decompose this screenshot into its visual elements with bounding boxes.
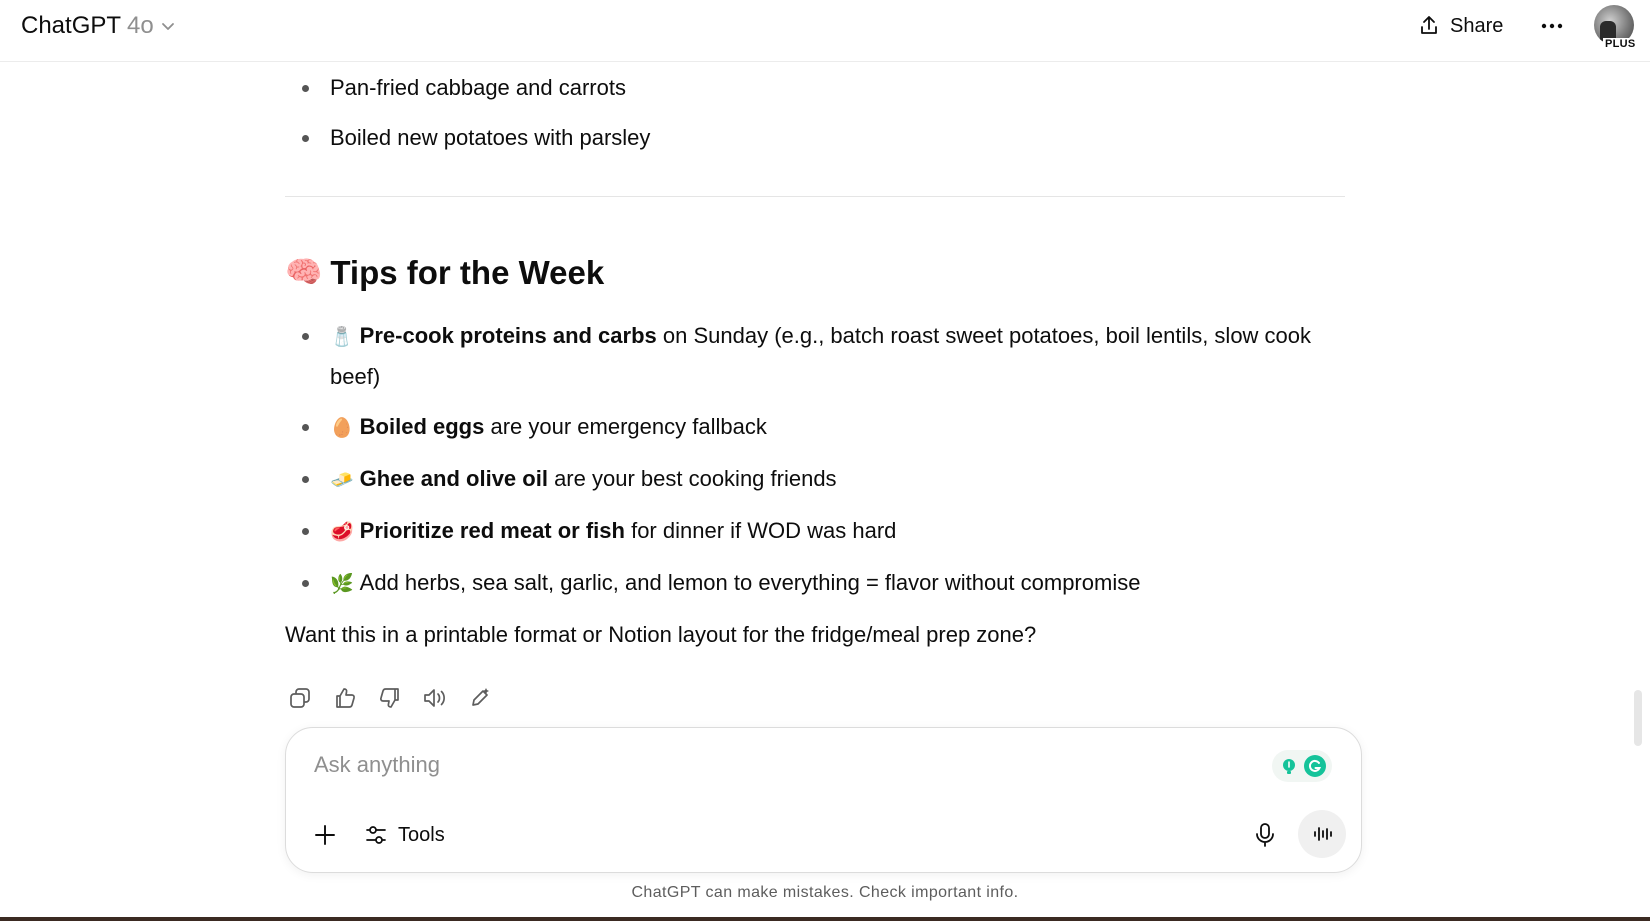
chevron-down-icon <box>161 23 174 30</box>
read-aloud-button[interactable] <box>420 683 450 713</box>
edit-icon <box>472 688 489 706</box>
edit-button[interactable] <box>465 683 495 713</box>
model-version: 4o <box>127 12 154 39</box>
scrollbar[interactable] <box>1634 690 1642 746</box>
tip-text: are your emergency fallback <box>484 414 767 439</box>
followup-question: Want this in a printable format or Notio… <box>285 622 1037 647</box>
tip-bold: Pre-cook proteins and carbs <box>359 323 657 348</box>
herb-icon: 🌿 <box>330 574 354 595</box>
share-button[interactable]: Share <box>1418 10 1503 42</box>
section-divider <box>285 196 1345 197</box>
tools-label: Tools <box>398 823 445 846</box>
plus-icon <box>315 825 335 845</box>
model-switcher[interactable]: ChatGPT 4o <box>21 10 176 42</box>
sliders-icon <box>366 826 386 844</box>
grammarly-widget[interactable] <box>1272 750 1332 782</box>
thumbs-up-button[interactable] <box>330 683 360 713</box>
list-item: 🥩 Prioritize red meat or fish for dinner … <box>285 511 1345 552</box>
egg-icon: 🥚 <box>330 418 354 439</box>
disclaimer: ChatGPT can make mistakes. Check importa… <box>631 884 1019 901</box>
list-item: Boiled new potatoes with parsley <box>285 118 650 157</box>
composer: Tools <box>285 727 1362 873</box>
tip-text: Add herbs, sea salt, garlic, and lemon t… <box>359 570 1141 595</box>
message-actions <box>285 683 495 713</box>
tips-list: 🧂 Pre-cook proteins and carbs on Sunday (… <box>285 316 1345 615</box>
voice-wave-icon <box>1314 827 1332 841</box>
list-item: 🧂 Pre-cook proteins and carbs on Sunday (… <box>285 316 1345 396</box>
share-icon <box>1421 16 1437 34</box>
more-horizontal-icon <box>1541 23 1563 29</box>
model-name: ChatGPT <box>21 12 122 39</box>
section-title: Tips for the Week <box>330 254 605 291</box>
read-aloud-icon <box>424 689 445 707</box>
list-item: 🌿 Add herbs, sea salt, garlic, and lemon … <box>285 563 1345 604</box>
tip-text: for dinner if WOD was hard <box>624 518 897 543</box>
tip-text: are your best cooking friends <box>547 466 837 491</box>
top-bar: ChatGPT 4o Share PLUS <box>0 0 1650 62</box>
copy-icon <box>290 688 310 708</box>
list-item: 🥚 Boiled eggs are your emergency fallback <box>285 407 1345 448</box>
thumbs-up-icon <box>336 688 355 708</box>
prompt-input[interactable] <box>314 748 1214 782</box>
section-heading: 🧠 Tips for the Week <box>285 254 604 292</box>
grammarly-icon <box>1304 755 1326 777</box>
microphone-icon <box>1256 823 1274 847</box>
more-options-button[interactable] <box>1538 12 1566 40</box>
thumbs-down-icon <box>380 688 399 708</box>
voice-mode-button[interactable] <box>1298 810 1346 858</box>
dictate-button[interactable] <box>1248 818 1282 852</box>
lightbulb-icon <box>1278 755 1300 777</box>
butter-icon: 🧈 <box>330 470 354 491</box>
window-bottom-edge <box>0 917 1650 921</box>
meat-icon: 🥩 <box>330 522 354 543</box>
brain-icon: 🧠 <box>285 256 323 289</box>
add-attachment-button[interactable] <box>308 818 342 852</box>
previous-list: Pan-fried cabbage and carrots Boiled new… <box>285 68 650 168</box>
thumbs-down-button[interactable] <box>375 683 405 713</box>
tools-button[interactable]: Tools <box>364 818 445 852</box>
salt-icon: 🧂 <box>330 327 354 348</box>
share-label: Share <box>1450 14 1504 37</box>
copy-button[interactable] <box>285 683 315 713</box>
tip-bold: Prioritize red meat or fish <box>359 518 625 543</box>
tip-bold: Ghee and olive oil <box>359 466 548 491</box>
list-item: 🧈 Ghee and olive oil are your best cookin… <box>285 459 1345 500</box>
tip-bold: Boiled eggs <box>359 414 485 439</box>
list-item: Pan-fried cabbage and carrots <box>285 68 650 107</box>
plan-badge: PLUS <box>1603 38 1638 50</box>
